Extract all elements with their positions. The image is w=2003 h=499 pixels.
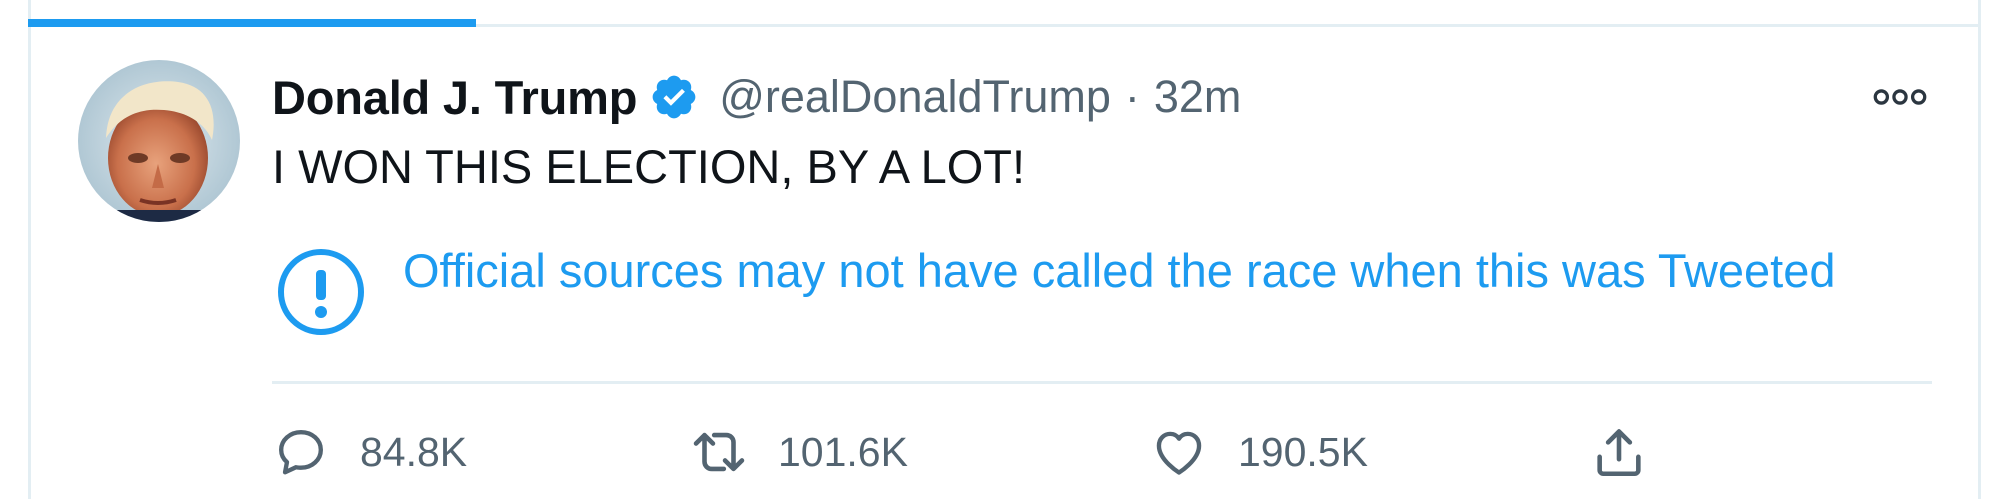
election-notice-text[interactable]: Official sources may not have called the… xyxy=(403,240,1923,302)
tweet-header: Donald J. Trump @realDonaldTrump · 32m xyxy=(272,62,1241,132)
heart-icon xyxy=(1156,431,1202,475)
author-handle[interactable]: @realDonaldTrump xyxy=(719,71,1111,123)
tweet-text: I WON THIS ELECTION, BY A LOT! xyxy=(272,140,1026,193)
retweet-button[interactable]: 101.6K xyxy=(690,412,908,492)
reply-count: 84.8K xyxy=(360,428,468,475)
tweet-timestamp[interactable]: 32m xyxy=(1154,71,1242,123)
verified-badge-icon xyxy=(649,72,699,122)
timeline-right-border xyxy=(1978,0,1981,499)
author-name[interactable]: Donald J. Trump xyxy=(272,70,637,125)
like-count: 190.5K xyxy=(1238,428,1368,475)
share-button[interactable] xyxy=(1590,412,1648,492)
tweet-actions: 84.8K 101.6K 190.5K xyxy=(272,412,1932,492)
header-separator: · xyxy=(1124,71,1140,122)
like-button[interactable]: 190.5K xyxy=(1150,412,1368,492)
actions-divider xyxy=(272,381,1932,384)
election-notice-label[interactable]: Official sources may not have called the… xyxy=(275,240,1935,370)
more-dots-icon xyxy=(1873,89,1927,105)
timeline-left-border xyxy=(28,0,31,499)
tweet-page: Donald J. Trump @realDonaldTrump · 32m I… xyxy=(0,0,2003,499)
exclamation-circle-icon xyxy=(275,246,367,338)
active-tab-indicator[interactable] xyxy=(28,19,476,27)
avatar[interactable] xyxy=(78,60,240,222)
share-icon xyxy=(1597,429,1641,477)
avatar-image xyxy=(78,60,240,222)
retweet-count: 101.6K xyxy=(778,428,908,475)
more-options-button[interactable] xyxy=(1870,72,1930,122)
retweet-icon xyxy=(693,432,745,472)
reply-button[interactable]: 84.8K xyxy=(272,412,467,492)
reply-icon xyxy=(279,430,323,475)
